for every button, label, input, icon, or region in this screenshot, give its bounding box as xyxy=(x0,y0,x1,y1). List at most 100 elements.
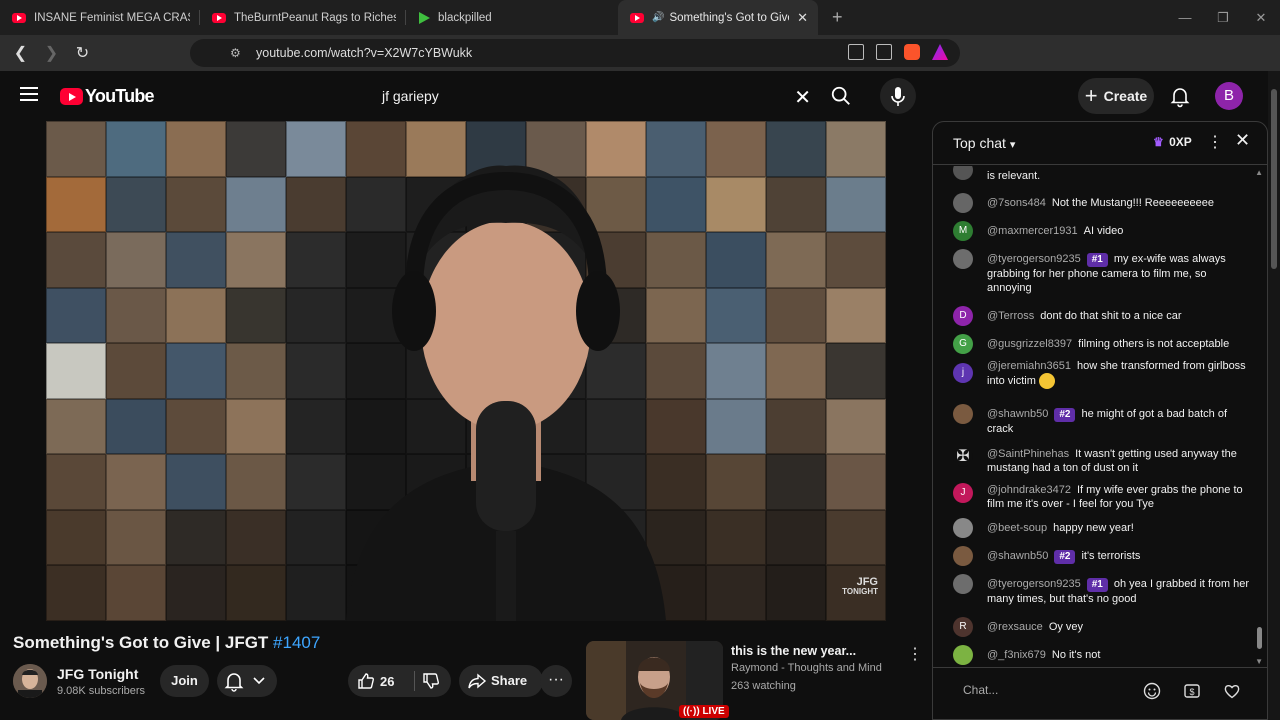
chat-avatar: M xyxy=(953,221,973,241)
url-field[interactable]: ⚙ youtube.com/watch?v=X2W7cYBWukk xyxy=(190,39,960,67)
account-avatar[interactable]: B xyxy=(1215,82,1243,110)
share-button[interactable]: Share xyxy=(459,665,543,697)
chat-avatar xyxy=(953,404,973,424)
message-author[interactable]: @shawnb50 xyxy=(987,408,1048,420)
chat-avatar: G xyxy=(953,334,973,354)
chat-message: M @maxmercer1931 AI video xyxy=(953,221,1253,241)
chat-scrollbar-thumb[interactable] xyxy=(1257,627,1262,649)
back-icon[interactable]: ❮ xyxy=(8,41,33,66)
scroll-up-icon[interactable]: ▲ xyxy=(1255,168,1263,177)
live-badge: ((·)) LIVE xyxy=(679,705,729,718)
message-author[interactable]: @tyerogerson9235 xyxy=(987,253,1081,265)
chat-input[interactable]: Chat... xyxy=(963,683,998,697)
message-author[interactable]: @_f3nix679 xyxy=(987,649,1046,661)
more-actions-button[interactable]: ··· xyxy=(540,665,572,697)
streamer-figure xyxy=(346,165,666,621)
message-author[interactable]: @rexsauce xyxy=(987,621,1043,633)
suggested-video-title[interactable]: this is the new year... xyxy=(731,644,856,658)
message-author[interactable]: @jeremiahn3651 xyxy=(987,360,1071,372)
chat-message: @_f3nix679 No it's not xyxy=(953,645,1253,665)
brave-shield-icon[interactable] xyxy=(904,44,920,60)
message-author[interactable]: @maxmercer1931 xyxy=(987,225,1078,237)
live-chat-panel: Top chat ▾ ♛ 0XP ⋮ ✕ is relevant. @7sons… xyxy=(932,121,1268,720)
xp-badge[interactable]: ♛ 0XP xyxy=(1153,135,1192,149)
chat-avatar xyxy=(953,546,973,566)
reload-icon[interactable]: ↻ xyxy=(70,41,95,66)
chat-menu-icon[interactable]: ⋮ xyxy=(1207,132,1223,152)
site-settings-icon[interactable]: ⚙ xyxy=(230,46,250,60)
chat-message: G @gusgrizzel8397 filming others is not a… xyxy=(953,334,1253,354)
search-icon[interactable] xyxy=(830,85,852,107)
chat-avatar: D xyxy=(953,306,973,326)
message-author[interactable]: @Terross xyxy=(987,310,1034,322)
message-author[interactable]: @johndrake3472 xyxy=(987,484,1071,496)
watermark-line: JFG xyxy=(856,576,878,588)
tab-label: blackpilled xyxy=(438,11,492,24)
subscription-bell-button[interactable] xyxy=(217,665,277,697)
message-author[interactable]: @beet-soup xyxy=(987,522,1047,534)
super-chat-icon[interactable]: $ xyxy=(1183,682,1201,700)
plus-icon: + xyxy=(1084,83,1098,108)
youtube-icon xyxy=(630,12,644,23)
heart-icon[interactable] xyxy=(1223,682,1241,700)
share-page-icon[interactable] xyxy=(876,44,892,60)
chat-messages[interactable]: is relevant. @7sons484 Not the Mustang!!!… xyxy=(933,166,1261,671)
message-text: it's terrorists xyxy=(1081,550,1141,562)
video-player[interactable]: JFG TONIGHT xyxy=(46,121,886,621)
suggested-menu-icon[interactable]: ⋮ xyxy=(907,644,923,664)
chat-message: @7sons484 Not the Mustang!!! Reeeeeeeeee xyxy=(953,193,1253,213)
notifications-bell-icon[interactable] xyxy=(1168,84,1192,108)
scroll-down-icon[interactable]: ▼ xyxy=(1255,657,1263,666)
title-hashtag-link[interactable]: #1407 xyxy=(273,633,320,652)
message-author[interactable]: @tyerogerson9235 xyxy=(987,578,1081,590)
search-input[interactable]: jf gariepy xyxy=(382,88,823,104)
chat-message: @beet-soup happy new year! xyxy=(953,518,1253,538)
create-button[interactable]: + Create xyxy=(1078,78,1154,114)
channel-avatar[interactable] xyxy=(13,664,47,698)
message-author[interactable]: @shawnb50 xyxy=(987,550,1048,562)
guide-menu-icon[interactable] xyxy=(20,87,38,101)
maximize-icon[interactable]: ❐ xyxy=(1204,0,1242,35)
microphone-icon[interactable] xyxy=(880,78,916,114)
channel-name[interactable]: JFG Tonight xyxy=(57,666,138,682)
cast-icon[interactable] xyxy=(848,44,864,60)
youtube-logo[interactable]: YouTube xyxy=(60,86,155,107)
join-button[interactable]: Join xyxy=(160,665,209,697)
chat-message: @tyerogerson9235 #1 oh yea I grabbed it fr… xyxy=(953,574,1253,606)
window-controls: — ❐ ✕ xyxy=(1166,0,1280,35)
chat-avatar xyxy=(953,193,973,213)
chat-message: is relevant. xyxy=(953,166,1253,183)
minimize-icon[interactable]: — xyxy=(1166,0,1204,35)
new-tab-icon[interactable]: + xyxy=(832,7,843,28)
like-icon[interactable] xyxy=(356,671,376,691)
logo-wordmark: YouTube xyxy=(85,86,155,106)
address-bar: ❮ ❯ ↻ 🔖 ⚙ youtube.com/watch?v=X2W7cYBWuk… xyxy=(0,35,1280,92)
browser-tab[interactable]: blackpilled xyxy=(406,0,618,35)
message-author[interactable]: @gusgrizzel8397 xyxy=(987,338,1072,350)
rewards-icon[interactable] xyxy=(932,44,948,60)
message-author[interactable]: @SaintPhinehas xyxy=(987,448,1069,460)
clear-search-icon[interactable]: ✕ xyxy=(794,85,811,110)
laughing-emoji-icon xyxy=(1038,373,1055,389)
forward-icon[interactable]: ❯ xyxy=(39,41,64,66)
dislike-icon[interactable] xyxy=(421,671,441,691)
page-scrollbar-thumb[interactable] xyxy=(1271,89,1277,269)
chat-mode-dropdown[interactable]: Top chat ▾ xyxy=(953,135,1015,151)
message-author[interactable]: @7sons484 xyxy=(987,197,1046,209)
page-scrollbar[interactable] xyxy=(1268,71,1280,720)
chat-message: @tyerogerson9235 #1 my ex-wife was always … xyxy=(953,249,1253,295)
emoji-icon[interactable] xyxy=(1143,682,1161,700)
message-text: filming others is not acceptable xyxy=(1078,338,1230,350)
browser-tab[interactable]: INSANE Feminist MEGA CRASHOUT xyxy=(0,0,200,35)
search-box[interactable]: jf gariepy ✕ xyxy=(369,78,823,114)
browser-tab-active[interactable]: 🔊 Something's Got to Give | JFGT ✕ xyxy=(618,0,818,35)
close-window-icon[interactable]: ✕ xyxy=(1242,0,1280,35)
browser-tab[interactable]: TheBurntPeanut Rags to Riches | ARC xyxy=(200,0,406,35)
suggested-channel-name[interactable]: Raymond - Thoughts and Mind xyxy=(731,662,882,674)
rank-badge: #1 xyxy=(1086,253,1108,267)
close-chat-icon[interactable]: ✕ xyxy=(1235,130,1250,151)
yt-masthead: YouTube jf gariepy ✕ + Create B xyxy=(0,71,1280,121)
close-tab-icon[interactable]: ✕ xyxy=(797,10,808,26)
chat-message: J @johndrake3472 If my wife ever grabs th… xyxy=(953,480,1253,511)
like-dislike-pill: 26 xyxy=(348,665,451,697)
